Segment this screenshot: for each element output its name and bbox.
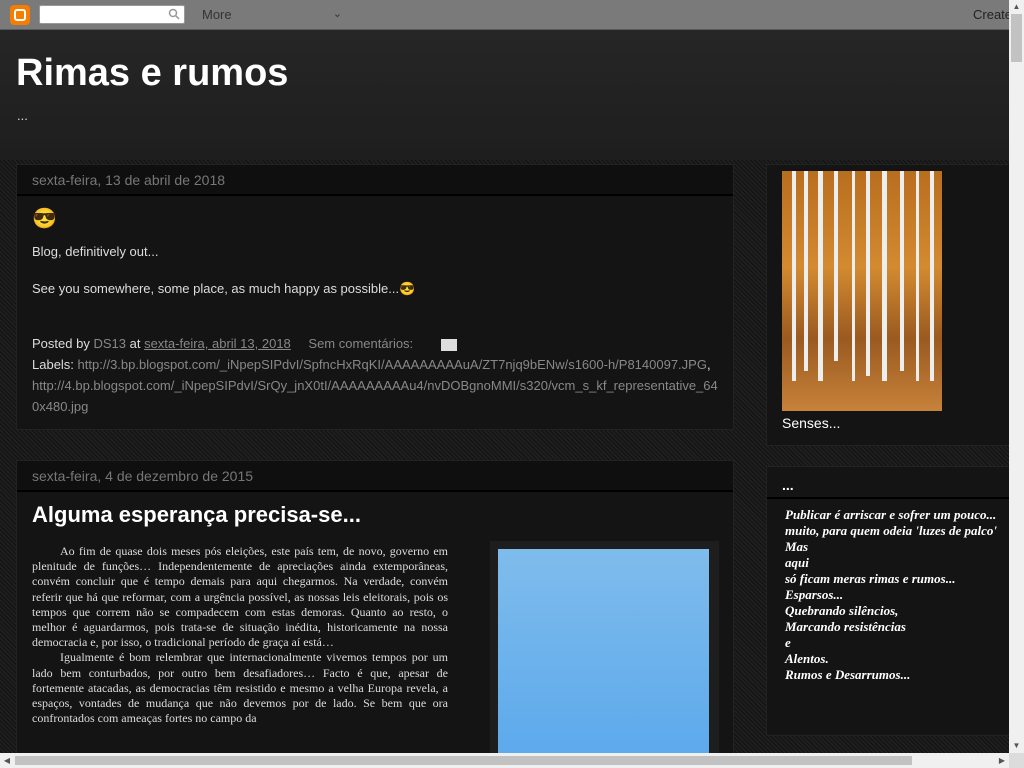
post-footer: Posted by DS13 at sexta-feira, abril 13,… — [32, 336, 718, 414]
scroll-up-icon[interactable]: ▲ — [1009, 0, 1024, 14]
birch-forest-image[interactable] — [782, 171, 942, 411]
post-paragraph: See you somewhere, some place, as much h… — [32, 281, 416, 296]
blogger-navbar: More ⌄ Create — [0, 0, 1012, 30]
poem-line: aqui — [785, 555, 809, 570]
poem-line: Alentos. — [785, 651, 829, 666]
post-1: sexta-feira, 13 de abril de 2018 😎 Blog,… — [16, 164, 734, 430]
post-paragraph: Blog, definitively out... — [32, 244, 159, 259]
author-link[interactable]: DS13 — [93, 336, 126, 351]
comments-link[interactable]: Sem comentários: — [308, 336, 413, 351]
more-dropdown[interactable]: More ⌄ — [196, 5, 346, 24]
post-image-frame[interactable] — [490, 541, 719, 768]
post-2: sexta-feira, 4 de dezembro de 2015 Algum… — [16, 460, 734, 768]
poem-line: muito, para quem odeia 'luzes de palco' — [785, 523, 997, 538]
image-caption: Senses... — [782, 415, 841, 431]
scroll-left-icon[interactable]: ◀ — [0, 753, 14, 768]
poem-line: Esparsos... — [785, 587, 844, 602]
post-title[interactable]: Alguma esperança precisa-se... — [32, 502, 718, 528]
sidebar-image-widget: Senses... — [766, 164, 1016, 446]
scrollbar-corner — [1009, 753, 1024, 768]
search-input[interactable] — [39, 5, 185, 24]
labels-label: Labels: — [32, 357, 74, 372]
scroll-down-icon[interactable]: ▼ — [1009, 739, 1024, 753]
blogger-logo-icon[interactable] — [10, 5, 30, 25]
sidebar-text-widget: ... Publicar é arriscar e sofrer um pouc… — [766, 466, 1016, 736]
sunglasses-emoji-icon: 😎 — [32, 208, 57, 230]
blog-header: Rimas e rumos ... — [0, 30, 1009, 160]
poem-line: Quebrando silêncios, — [785, 603, 899, 618]
search-icon[interactable] — [168, 8, 180, 20]
blog-description: ... — [17, 108, 28, 123]
create-link[interactable]: Create — [973, 7, 1012, 22]
label-link[interactable]: http://3.bp.blogspot.com/_iNpepSIPdvI/Sp… — [78, 357, 707, 372]
chevron-down-icon: ⌄ — [332, 8, 342, 20]
poem-line: e — [785, 635, 791, 650]
vertical-scrollbar[interactable]: ▲ ▼ — [1009, 0, 1024, 753]
email-post-icon[interactable] — [440, 338, 457, 351]
post-paragraph: Igualmente é bom relembrar que internaci… — [32, 650, 448, 726]
sky-image — [498, 549, 709, 768]
poem-line: só ficam meras rimas e rumos... — [785, 571, 956, 586]
scroll-right-icon[interactable]: ▶ — [995, 753, 1009, 768]
timestamp-link[interactable]: sexta-feira, abril 13, 2018 — [144, 336, 291, 351]
poem-text: Publicar é arriscar e sofrer um pouco...… — [767, 499, 1015, 683]
post-text: Ao fim de quase dois meses pós eleições,… — [32, 544, 448, 726]
more-label: More — [202, 7, 232, 22]
at-label: at — [129, 336, 141, 351]
poem-line: Marcando resistências — [785, 619, 906, 634]
poem-line: Publicar é arriscar e sofrer um pouco... — [785, 507, 997, 522]
posted-by-label: Posted by — [32, 336, 90, 351]
post-date: sexta-feira, 13 de abril de 2018 — [17, 165, 733, 196]
label-link[interactable]: http://4.bp.blogspot.com/_iNpepSIPdvI/Sr… — [32, 378, 718, 414]
poem-line: Rumos e Desarrumos... — [785, 667, 911, 682]
poem-line: Mas — [785, 539, 809, 554]
widget-heading: ... — [767, 467, 1015, 499]
scroll-thumb[interactable] — [15, 756, 912, 765]
scroll-thumb[interactable] — [1011, 14, 1022, 62]
post-date: sexta-feira, 4 de dezembro de 2015 — [17, 461, 733, 492]
blog-title[interactable]: Rimas e rumos — [16, 52, 288, 95]
horizontal-scrollbar[interactable]: ◀ ▶ — [0, 753, 1009, 768]
post-paragraph: Ao fim de quase dois meses pós eleições,… — [32, 544, 448, 650]
